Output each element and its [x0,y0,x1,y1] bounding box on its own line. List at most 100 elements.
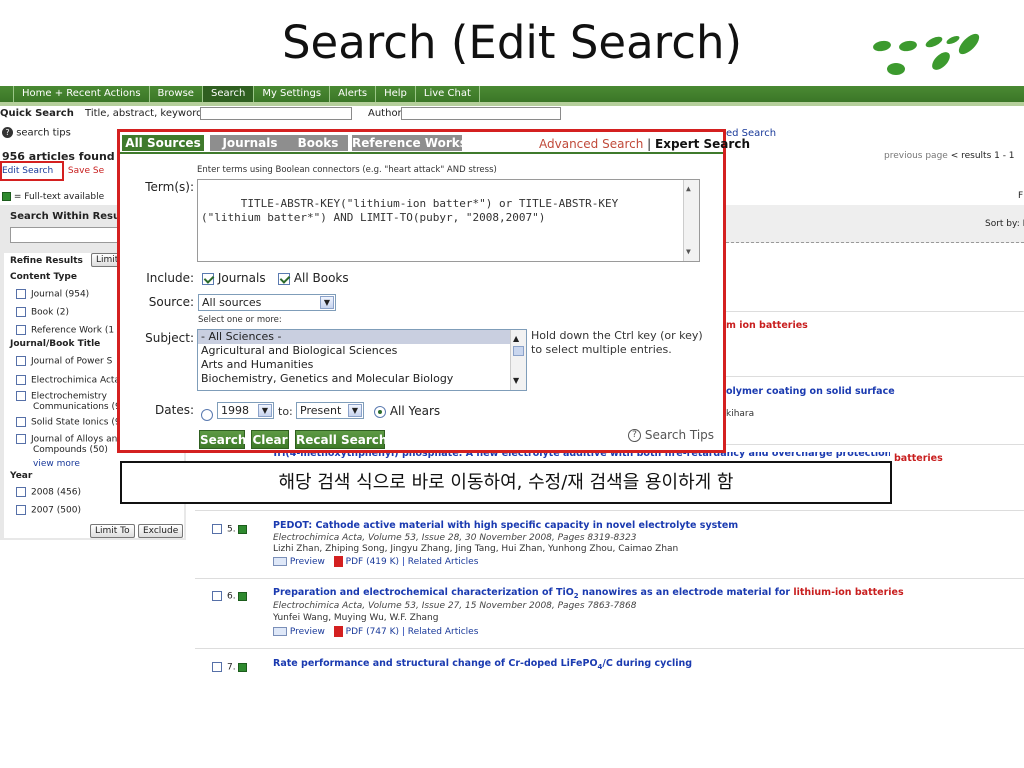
nav-live-chat[interactable]: Live Chat [416,86,480,102]
clear-button[interactable]: Clear [251,430,289,449]
to-year-select[interactable]: Present ▼ [296,402,364,419]
from-year-select[interactable]: 1998 ▼ [217,402,274,419]
fulltext-icon [2,192,11,201]
fulltext-icon [238,662,248,672]
date-range-radio[interactable] [201,404,213,423]
chevron-down-icon: ▼ [320,296,334,309]
previous-page-link[interactable]: previous page [884,151,948,161]
include-label: Include: [146,271,194,285]
include-books-checkbox[interactable]: All Books [278,271,349,285]
filter-electrochimica[interactable]: Electrochimica Acta [16,375,120,386]
filter-reference-work[interactable]: Reference Work (1 [16,325,114,336]
filter-electrochem-comm-count: Communications (96 [33,402,127,412]
nav-browse[interactable]: Browse [150,86,203,102]
result-6-pdf[interactable]: PDF (747 K) [346,627,399,637]
scroll-up-icon[interactable]: ▲ [686,182,691,196]
nav-my-settings[interactable]: My Settings [254,86,331,102]
nav-alerts[interactable]: Alerts [330,86,377,102]
result-6-authors: Yunfei Wang, Muying Wu, W.F. Zhang [273,613,439,623]
subject-option[interactable]: Agricultural and Biological Sciences [198,344,526,358]
to-label: to: [278,405,293,418]
limit-to-button[interactable]: Limit To [90,524,135,538]
filter-electrochem-comm[interactable]: Electrochemistry [16,391,107,402]
result-5-preview[interactable]: Preview [290,557,325,567]
result-6-title[interactable]: Preparation and electrochemical characte… [273,587,904,600]
result-6-select[interactable]: 6. [212,591,248,602]
expert-search-tab[interactable]: Expert Search [655,137,750,151]
source-select[interactable]: All sources ▼ [198,294,336,311]
tab-all-sources[interactable]: All Sources [122,135,204,151]
brand-logo [873,33,980,75]
journal-title-heading: Journal/Book Title [10,339,101,349]
subject-listbox[interactable]: - All Sciences - Agricultural and Biolog… [197,329,527,391]
result-4-title-tail[interactable]: batteries [894,453,943,464]
result-5-pdf[interactable]: PDF (419 K) [346,557,399,567]
preview-icon [273,557,287,566]
filter-book[interactable]: Book (2) [16,307,69,318]
chevron-down-icon: ▼ [258,404,272,417]
include-journals-checkbox[interactable]: Journals [202,271,266,285]
source-label: Source: [148,295,194,309]
all-years-radio[interactable]: All Years [374,404,440,418]
filter-year-2007[interactable]: 2007 (500) [16,505,81,516]
edit-search-highlight [0,161,64,181]
result-6-links: Preview PDF (747 K) | Related Articles [273,626,478,637]
content-type-heading: Content Type [10,272,77,282]
result-5-title[interactable]: PEDOT: Cathode active material with high… [273,520,738,531]
title-abstract-label: Title, abstract, keywords [85,108,208,119]
subject-option[interactable]: Biochemistry, Genetics and Molecular Bio… [198,372,526,386]
scroll-down-icon[interactable]: ▼ [513,374,519,388]
filter-alloys[interactable]: Journal of Alloys an [16,434,117,445]
terms-textarea[interactable]: TITLE-ABSTR-KEY("lithium-ion batter*") o… [197,179,700,262]
tab-books[interactable]: Books [288,135,348,151]
nav-help[interactable]: Help [376,86,416,102]
pdf-icon [333,556,343,567]
subject-scrollbar[interactable]: ▲ ▼ [510,330,526,390]
title-abstract-input[interactable] [200,107,352,120]
filter-journal-power[interactable]: Journal of Power S [16,356,112,367]
nav-search[interactable]: Search [202,86,255,102]
filter-solid-state[interactable]: Solid State Ionics (9 [16,417,121,428]
result-5-meta: Electrochimica Acta, Volume 53, Issue 28… [273,533,637,543]
result-5-related[interactable]: Related Articles [408,557,479,567]
result-6-preview[interactable]: Preview [290,627,325,637]
subject-option[interactable]: Arts and Humanities [198,358,526,372]
save-search-link[interactable]: | Save Se [62,166,104,176]
terms-label: Term(s): [145,180,194,194]
result-2-title-tail[interactable]: m ion batteries [726,320,808,331]
scroll-down-icon[interactable]: ▼ [686,245,691,259]
result-5-authors: Lizhi Zhan, Zhiping Song, Jingyu Zhang, … [273,544,679,554]
filter-alloys-count: Compounds (50) [33,445,108,455]
exclude-button[interactable]: Exclude [138,524,184,538]
help-circle-icon: ? [2,127,13,138]
filter-year-2008[interactable]: 2008 (456) [16,487,81,498]
nav-home[interactable]: Home + Recent Actions [14,86,150,102]
search-button[interactable]: Search [199,430,246,449]
author-input[interactable] [401,107,561,120]
search-mode-switch: Advanced Search | Expert Search [539,137,750,151]
tab-reference-works[interactable]: Reference Works [352,135,467,151]
scroll-thumb[interactable] [513,346,524,356]
main-nav: Home + Recent Actions Browse Search My S… [0,86,1024,102]
result-7-select[interactable]: 7. [212,662,248,673]
fulltext-icon [238,524,248,534]
filter-journal[interactable]: Journal (954) [16,289,89,300]
result-7-title[interactable]: Rate performance and structural change o… [273,658,692,671]
search-tips-link[interactable]: ? search tips [2,127,71,139]
author-label: Author [368,108,402,119]
tab-journals[interactable]: Journals [210,135,290,151]
search-tips-dialog-link[interactable]: ? Search Tips [628,428,714,442]
terms-scrollbar[interactable]: ▲ ▼ [683,180,699,261]
view-more-link[interactable]: view more [33,459,80,469]
result-6-related[interactable]: Related Articles [408,627,479,637]
search-within-input[interactable] [10,227,120,243]
advanced-search-tab[interactable]: Advanced Search [539,137,643,151]
result-5-select[interactable]: 5. [212,524,248,535]
result-3-title-tail[interactable]: olymer coating on solid surface [726,386,895,397]
recall-search-button[interactable]: Recall Search [295,430,387,449]
scroll-up-icon[interactable]: ▲ [513,332,519,346]
ctrl-hint-2: to select multiple entries. [531,343,672,356]
subject-option[interactable]: - All Sciences - [198,330,526,344]
boolean-hint: Enter terms using Boolean connectors (e.… [197,165,497,175]
sort-by[interactable]: Sort by: I [985,219,1024,229]
